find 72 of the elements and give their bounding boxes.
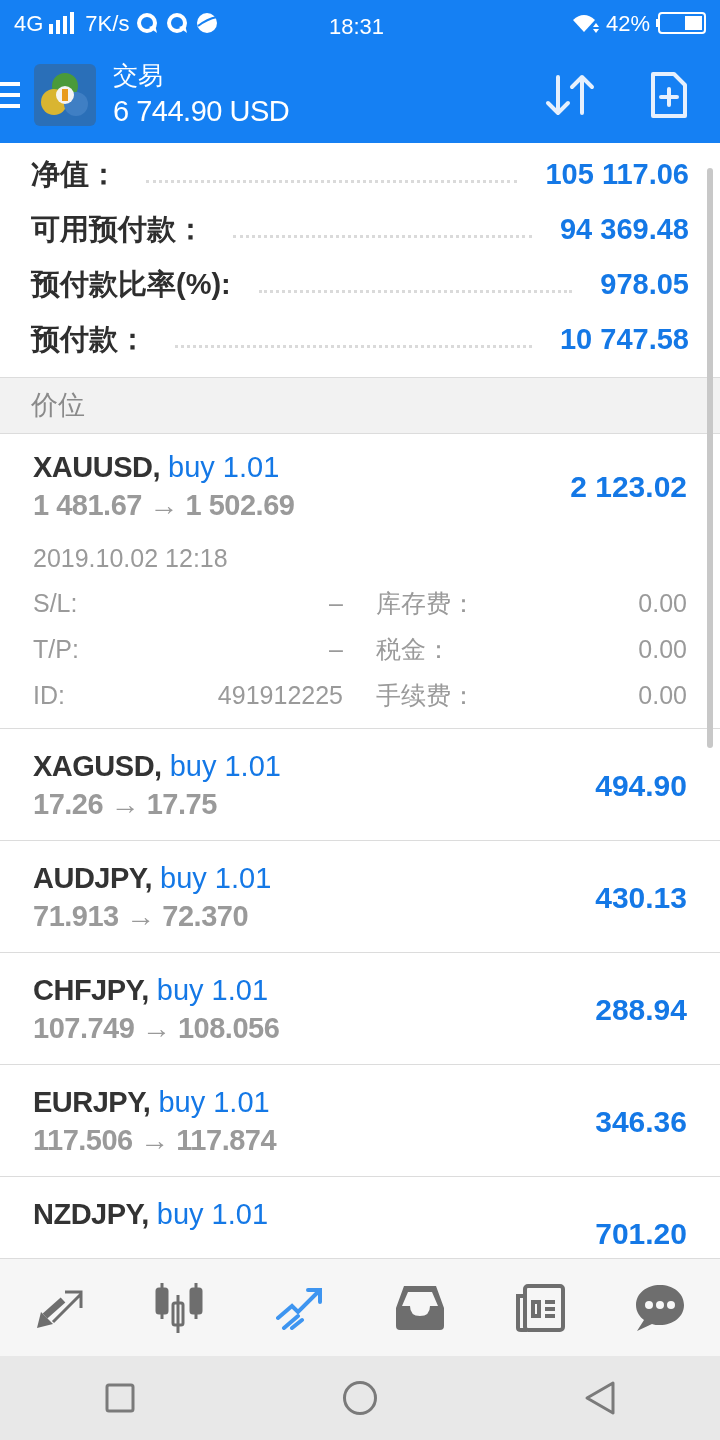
detail-value: 0.00: [638, 634, 687, 665]
sort-icon[interactable]: [544, 72, 596, 117]
wifi-icon: [571, 13, 600, 33]
summary-label: 可用预付款：: [31, 211, 205, 247]
order-side: buy 1.01: [158, 1085, 270, 1120]
detail-value: 0.00: [638, 588, 687, 619]
position-row[interactable]: EURJPY, buy 1.01 117.506 → 117.874 346.36: [0, 1065, 720, 1177]
summary-value: 94 369.48: [560, 211, 689, 247]
profit: 430.13: [595, 879, 687, 916]
symbol: XAGUSD,: [33, 749, 162, 784]
section-title: 价位: [31, 389, 85, 423]
summary-label: 预付款：: [31, 321, 147, 357]
back-icon[interactable]: [583, 1380, 617, 1416]
detail-label: 税金：: [376, 634, 451, 665]
symbol: EURJPY,: [33, 1085, 151, 1120]
price-range: 17.26 → 17.75: [33, 787, 218, 822]
app-logo-icon: [34, 63, 96, 126]
detail-label: ID:: [33, 680, 65, 711]
notification-icon: [135, 11, 160, 35]
profit: 2 123.02: [570, 468, 687, 505]
network-type: 4G: [14, 9, 44, 38]
price-range: 71.913 → 72.370: [33, 899, 249, 934]
detail-label: T/P:: [33, 634, 79, 665]
summary-value: 978.05: [600, 266, 689, 302]
account-balance: 6 744.90 USD: [113, 93, 290, 129]
detail-value: 491912225: [217, 680, 343, 711]
summary-value: 10 747.58: [560, 321, 689, 357]
order-side: buy 1.01: [169, 749, 281, 784]
profit: 288.94: [595, 991, 687, 1028]
trend-line-icon: [276, 1285, 324, 1330]
notification-icon: [165, 11, 190, 35]
battery-icon: [656, 12, 706, 34]
symbol: XAUUSD,: [33, 450, 160, 485]
open-time: 2019.10.02 12:18: [33, 543, 229, 574]
battery-percent: 42%: [605, 9, 650, 38]
detail-label: 手续费：: [376, 680, 476, 711]
new-order-icon[interactable]: [650, 70, 688, 119]
detail-value: 0.00: [638, 680, 687, 711]
order-side: buy 1.01: [160, 861, 272, 896]
network-speed: 7K/s: [85, 9, 130, 38]
price-range: 1 481.67 → 1 502.69: [33, 488, 295, 523]
detail-label: S/L:: [33, 588, 78, 619]
inbox-icon: [396, 1285, 444, 1330]
signal-icon: [49, 12, 76, 34]
order-side: buy 1.01: [156, 1197, 269, 1232]
order-side: buy 1.01: [156, 973, 269, 1008]
position-row[interactable]: AUDJPY, buy 1.01 71.913 → 72.370 430.13: [0, 841, 720, 953]
screen-title: 交易: [113, 59, 164, 91]
profit: 346.36: [595, 1103, 687, 1140]
clock: 18:31: [329, 13, 385, 41]
chat-bubble-icon: [635, 1283, 685, 1332]
recents-icon[interactable]: [105, 1383, 135, 1413]
summary-label: 预付款比率(%):: [31, 266, 231, 302]
detail-label: 库存费：: [376, 588, 476, 619]
summary-label: 净值：: [31, 156, 118, 192]
symbol: AUDJPY,: [33, 861, 152, 896]
detail-value: –: [329, 634, 343, 665]
newspaper-icon: [515, 1283, 565, 1332]
symbol: NZDJPY,: [33, 1197, 149, 1232]
position-row[interactable]: CHFJPY, buy 1.01 107.749 → 108.056 288.94: [0, 953, 720, 1065]
price-range: 107.749 → 108.056: [33, 1011, 280, 1046]
home-icon[interactable]: [342, 1380, 378, 1416]
browser-icon: [195, 11, 220, 35]
order-side: buy 1.01: [168, 450, 280, 485]
summary-value: 105 117.06: [545, 156, 689, 192]
profit: 701.20: [595, 1215, 687, 1252]
profit: 494.90: [595, 767, 687, 804]
detail-value: –: [329, 588, 343, 619]
price-range: 117.506 → 117.874: [33, 1123, 277, 1158]
candlestick-icon: [154, 1282, 206, 1333]
symbol: CHFJPY,: [33, 973, 149, 1008]
menu-icon[interactable]: [0, 79, 20, 110]
